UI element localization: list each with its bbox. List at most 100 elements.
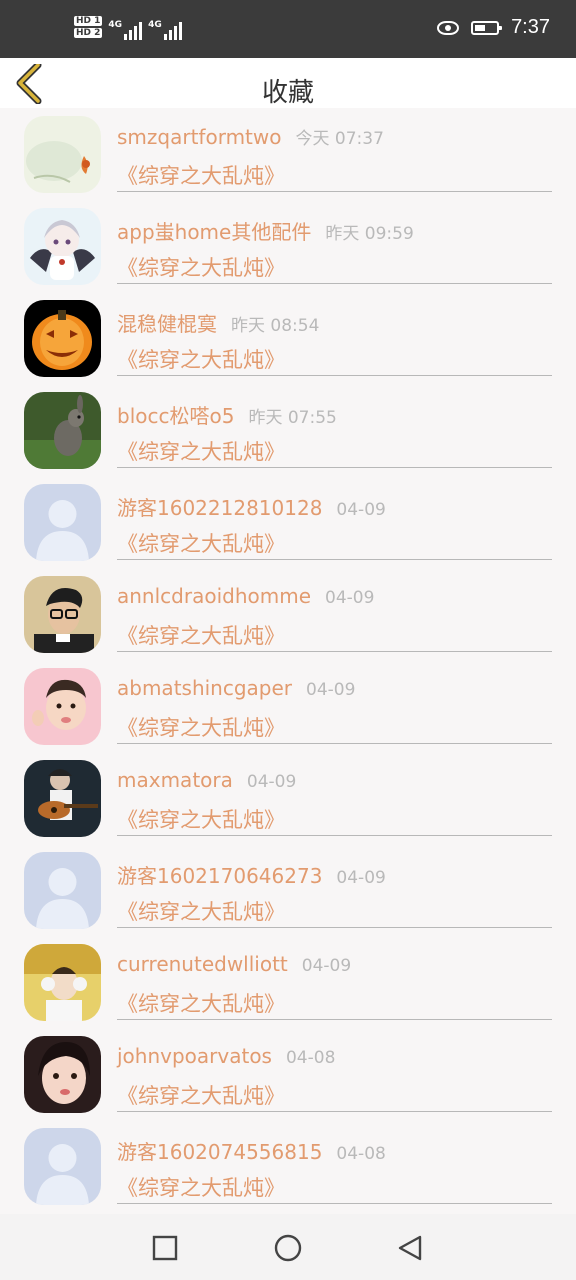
- signal-icon-2: 4G: [148, 14, 182, 40]
- avatar[interactable]: [24, 668, 101, 745]
- avatar-image: [24, 760, 101, 837]
- network-type-1: 4G: [108, 20, 123, 30]
- user-name: abmatshincgaper 04-09: [117, 676, 355, 700]
- user-name-text: maxmatora: [117, 768, 233, 792]
- book-title[interactable]: 《综穿之大乱炖》: [117, 712, 285, 742]
- avatar-image: [24, 668, 101, 745]
- book-title[interactable]: 《综穿之大乱炖》: [117, 528, 285, 558]
- timestamp: 04-09: [336, 500, 386, 520]
- list-item[interactable]: app蚩home其他配件 昨天 09:59 《综穿之大乱炖》: [0, 200, 576, 292]
- avatar-image: [24, 1128, 101, 1205]
- user-name: annlcdraoidhomme 04-09: [117, 584, 374, 608]
- user-name-text: annlcdraoidhomme: [117, 584, 312, 608]
- user-name-text: 游客1602074556815: [117, 1140, 323, 1164]
- user-name: currenutedwlliott 04-09: [117, 952, 351, 976]
- book-title[interactable]: 《综穿之大乱炖》: [117, 620, 285, 650]
- user-name-text: app蚩home其他配件: [117, 220, 312, 244]
- page-title: 收藏: [261, 78, 314, 108]
- divider: [117, 1019, 552, 1020]
- avatar[interactable]: [24, 300, 101, 377]
- back-triangle-icon: [398, 1235, 422, 1261]
- user-name: blocc松嗒o5 昨天 07:55: [117, 400, 337, 429]
- timestamp: 昨天 08:54: [231, 316, 320, 336]
- timestamp: 04-09: [336, 868, 386, 888]
- book-title[interactable]: 《综穿之大乱炖》: [117, 804, 285, 834]
- timestamp: 04-09: [246, 772, 297, 792]
- book-title[interactable]: 《综穿之大乱炖》: [117, 1080, 285, 1110]
- avatar-image: [24, 392, 101, 469]
- sim2-label: HD 2: [74, 28, 103, 38]
- battery-icon: [471, 20, 503, 35]
- list-item[interactable]: smzqartformtwo 今天 07:37 《综穿之大乱炖》: [0, 108, 576, 200]
- user-name: smzqartformtwo 今天 07:37: [117, 124, 384, 149]
- system-nav-bar: [0, 1214, 576, 1280]
- book-title[interactable]: 《综穿之大乱炖》: [117, 1172, 285, 1202]
- list-item[interactable]: 游客1602170646273 04-09 《综穿之大乱炖》: [0, 844, 576, 936]
- avatar[interactable]: [24, 576, 101, 653]
- home-circle-icon: [274, 1234, 302, 1262]
- list-item[interactable]: 游客1602212810128 04-09 《综穿之大乱炖》: [0, 476, 576, 568]
- book-title[interactable]: 《综穿之大乱炖》: [117, 252, 285, 282]
- list-item[interactable]: abmatshincgaper 04-09 《综穿之大乱炖》: [0, 660, 576, 752]
- avatar-image: [24, 1036, 101, 1113]
- divider: [117, 1111, 552, 1112]
- avatar[interactable]: [24, 760, 101, 837]
- timestamp: 04-08: [336, 1144, 386, 1164]
- recents-button[interactable]: [151, 1234, 179, 1262]
- book-title[interactable]: 《综穿之大乱炖》: [117, 344, 285, 374]
- avatar[interactable]: [24, 944, 101, 1021]
- divider: [117, 835, 552, 836]
- avatar[interactable]: [24, 852, 101, 929]
- timestamp: 04-08: [285, 1048, 336, 1068]
- user-name-text: blocc松嗒o5: [117, 404, 235, 428]
- network-type-2: 4G: [148, 20, 162, 30]
- timestamp: 04-09: [301, 956, 352, 976]
- book-title[interactable]: 《综穿之大乱炖》: [117, 988, 285, 1018]
- avatar[interactable]: [24, 1128, 101, 1205]
- user-name-text: 游客1602170646273: [117, 864, 323, 888]
- timestamp: 今天 07:37: [295, 129, 384, 149]
- user-name-text: johnvpoarvatos: [117, 1044, 272, 1068]
- avatar-image: [24, 116, 101, 193]
- status-bar: HD 1 HD 2 4G 4G 7:37: [0, 0, 576, 58]
- status-right: 7:37: [437, 16, 550, 39]
- list-item[interactable]: currenutedwlliott 04-09 《综穿之大乱炖》: [0, 936, 576, 1028]
- user-name-text: abmatshincgaper: [117, 676, 293, 700]
- avatar-image: [24, 852, 101, 929]
- book-title[interactable]: 《综穿之大乱炖》: [117, 160, 285, 190]
- book-title[interactable]: 《综穿之大乱炖》: [117, 436, 285, 466]
- avatar[interactable]: [24, 392, 101, 469]
- sim1-label: HD 1: [74, 16, 103, 26]
- list-item[interactable]: maxmatora 04-09 《综穿之大乱炖》: [0, 752, 576, 844]
- clock: 7:37: [511, 16, 550, 38]
- timestamp: 昨天 07:55: [248, 408, 337, 428]
- user-name-text: 混稳健棍寞: [117, 312, 217, 336]
- timestamp: 04-09: [306, 680, 356, 700]
- user-name: 混稳健棍寞 昨天 08:54: [117, 308, 319, 337]
- divider: [117, 467, 552, 468]
- avatar-image: [24, 300, 101, 377]
- list-item[interactable]: annlcdraoidhomme 04-09 《综穿之大乱炖》: [0, 568, 576, 660]
- avatar[interactable]: [24, 484, 101, 561]
- avatar[interactable]: [24, 1036, 101, 1113]
- signal-icon: 4G: [108, 14, 143, 40]
- title-bar: 收藏: [0, 58, 576, 108]
- recents-square-icon: [152, 1235, 178, 1261]
- hd-icon: HD 1 HD 2: [74, 16, 103, 38]
- list-item[interactable]: 混稳健棍寞 昨天 08:54 《综穿之大乱炖》: [0, 292, 576, 384]
- list-item[interactable]: 游客1602074556815 04-08 《综穿之大乱炖》: [0, 1120, 576, 1212]
- nav-back-button[interactable]: [396, 1234, 424, 1262]
- list-item[interactable]: blocc松嗒o5 昨天 07:55 《综穿之大乱炖》: [0, 384, 576, 476]
- home-button[interactable]: [274, 1234, 302, 1262]
- divider: [117, 191, 552, 192]
- avatar-image: [24, 484, 101, 561]
- divider: [117, 559, 552, 560]
- avatar[interactable]: [24, 116, 101, 193]
- user-name-text: 游客1602212810128: [117, 496, 323, 520]
- divider: [117, 743, 552, 744]
- avatar-image: [24, 576, 101, 653]
- avatar[interactable]: [24, 208, 101, 285]
- book-title[interactable]: 《综穿之大乱炖》: [117, 896, 285, 926]
- user-name: 游客1602212810128 04-09: [117, 492, 386, 521]
- list-item[interactable]: johnvpoarvatos 04-08 《综穿之大乱炖》: [0, 1028, 576, 1120]
